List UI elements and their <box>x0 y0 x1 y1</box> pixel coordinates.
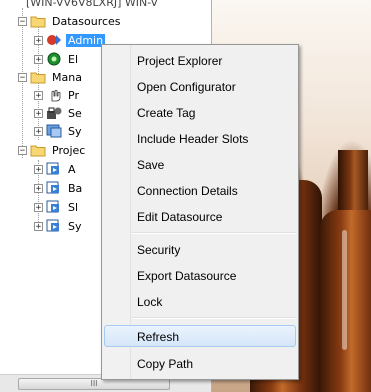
menu-item-refresh[interactable]: Refresh <box>104 325 296 347</box>
tree-item-el[interactable]: + El <box>34 50 80 68</box>
tree-header-row[interactable]: [WIN-VV6V8LXRJ] WIN-V <box>24 0 160 11</box>
menu-item-project-explorer[interactable]: Project Explorer <box>104 49 296 71</box>
tree-item-datasources[interactable]: − Datasources <box>18 12 123 30</box>
tree-label: El <box>68 52 79 66</box>
menu-item-save[interactable]: Save <box>104 153 296 175</box>
menu-item-lock[interactable]: Lock <box>104 290 296 312</box>
tree-item-mana[interactable]: − Mana <box>18 68 84 86</box>
tree-item-project-sy[interactable]: + Sy <box>34 217 84 235</box>
bottle-highlight <box>342 230 347 350</box>
collapse-toggle[interactable]: − <box>18 145 27 155</box>
tree-label: Mana <box>52 70 82 84</box>
hand-pointer-icon <box>46 88 62 102</box>
tree-label: Sy <box>68 124 82 138</box>
expand-toggle[interactable]: + <box>34 90 43 100</box>
tree-label: Sy <box>68 219 82 233</box>
tree-label: Pr <box>68 88 79 102</box>
expand-toggle[interactable]: + <box>34 54 43 64</box>
menu-item-connection-details[interactable]: Connection Details <box>104 179 296 201</box>
menu-separator <box>132 317 296 319</box>
tree-label: Se <box>68 106 82 120</box>
tree-item-project-a[interactable]: + A <box>34 160 78 178</box>
menu-separator <box>132 232 296 234</box>
tree-label: Datasources <box>52 14 121 28</box>
tree-item-project-ba[interactable]: + Ba <box>34 179 84 197</box>
tree-item-pr[interactable]: + Pr <box>34 86 81 104</box>
menu-item-security[interactable]: Security <box>104 238 296 260</box>
tree-label: Admin <box>66 33 106 47</box>
tree-label: Sl <box>68 200 79 214</box>
security-icon <box>46 106 62 120</box>
folder-open-icon <box>30 143 46 157</box>
tree-label: Projec <box>52 143 86 157</box>
expand-toggle[interactable]: + <box>34 221 43 231</box>
tree-item-project-sl[interactable]: + Sl <box>34 198 80 216</box>
menu-item-create-tag[interactable]: Create Tag <box>104 101 296 123</box>
tree-label: Ba <box>68 181 83 195</box>
expand-toggle[interactable]: + <box>34 126 43 136</box>
tree-item-admin[interactable]: + Admin <box>34 31 106 49</box>
menu-item-include-header-slots[interactable]: Include Header Slots <box>104 127 296 149</box>
scroll-grip: III <box>90 379 98 388</box>
expand-toggle[interactable]: + <box>34 183 43 193</box>
datasource-online-icon <box>46 52 62 66</box>
menu-item-export-datasource[interactable]: Export Datasource <box>104 264 296 286</box>
tree-header-label: [WIN-VV6V8LXRJ] WIN-V <box>26 0 159 9</box>
tree-item-projects[interactable]: − Projec <box>18 141 87 159</box>
collapse-toggle[interactable]: − <box>18 16 27 26</box>
expand-toggle[interactable]: + <box>34 108 43 118</box>
project-icon <box>46 181 62 195</box>
tree-item-sy[interactable]: + Sy <box>34 122 84 140</box>
project-icon <box>46 200 62 214</box>
context-menu: Project Explorer Open Configurator Creat… <box>101 44 299 380</box>
folder-open-icon <box>30 14 46 28</box>
project-icon <box>46 219 62 233</box>
menu-item-copy-path[interactable]: Copy Path <box>104 352 296 374</box>
expand-toggle[interactable]: + <box>34 202 43 212</box>
collapse-toggle[interactable]: − <box>18 72 27 82</box>
folder-open-icon <box>30 70 46 84</box>
tree-item-se[interactable]: + Se <box>34 104 84 122</box>
tree-label: A <box>68 162 76 176</box>
expand-toggle[interactable]: + <box>34 35 43 45</box>
menu-item-open-configurator[interactable]: Open Configurator <box>104 75 296 97</box>
menu-item-edit-datasource[interactable]: Edit Datasource <box>104 205 296 227</box>
datasource-admin-icon <box>46 33 62 47</box>
expand-toggle[interactable]: + <box>34 164 43 174</box>
project-icon <box>46 162 62 176</box>
system-icon <box>46 124 62 138</box>
